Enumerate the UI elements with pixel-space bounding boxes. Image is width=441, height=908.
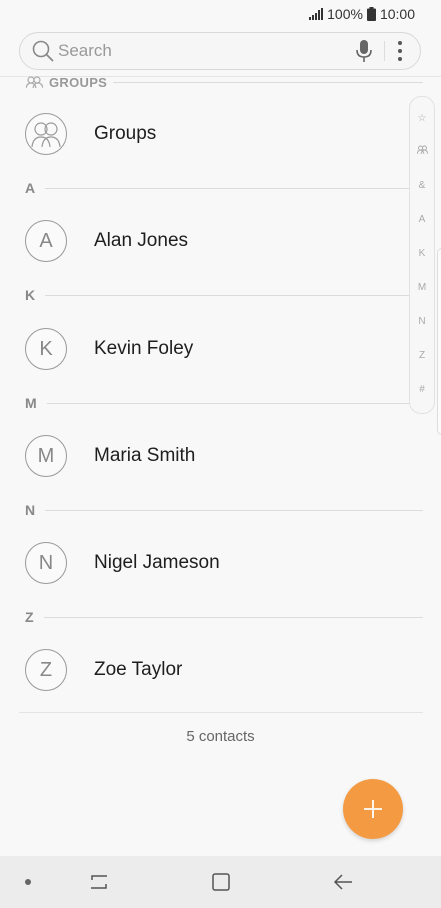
plus-icon: [364, 800, 382, 818]
status-bar: 100% 10:00: [0, 0, 441, 28]
section-header-m: M: [25, 395, 423, 411]
add-contact-button[interactable]: [343, 779, 403, 839]
groups-avatar: [25, 113, 67, 155]
contact-name: Zoe Taylor: [94, 659, 183, 680]
section-line: [45, 509, 423, 511]
index-letter[interactable]: N: [410, 316, 434, 327]
section-letter: M: [25, 395, 37, 411]
search-divider: [384, 41, 385, 61]
section-letter: A: [25, 180, 36, 196]
battery-percent: 100%: [327, 6, 363, 22]
groups-header-label: GROUPS: [49, 74, 108, 90]
alphabet-index-scroller[interactable]: ☆ & A K M N Z #: [409, 96, 435, 414]
search-icon: [32, 40, 54, 62]
index-letter[interactable]: &: [410, 180, 434, 191]
index-letter[interactable]: K: [410, 248, 434, 259]
section-header-k: K: [25, 287, 423, 303]
contact-name: Nigel Jameson: [94, 552, 220, 573]
groups-label: Groups: [94, 123, 157, 144]
section-header-a: A: [25, 180, 423, 196]
avatar: A: [25, 220, 67, 262]
battery-icon: [366, 7, 376, 21]
index-letter[interactable]: #: [410, 384, 434, 395]
index-groups-icon: [416, 145, 428, 155]
section-letter: K: [25, 287, 36, 303]
section-header-n: N: [25, 502, 423, 518]
nav-hint-dot[interactable]: [20, 856, 36, 908]
microphone-icon[interactable]: [354, 39, 374, 63]
index-groups-entry[interactable]: [410, 145, 434, 157]
system-navigation-bar: [0, 856, 441, 908]
avatar: M: [25, 435, 67, 477]
contact-name: Alan Jones: [94, 230, 189, 251]
group-people-icon: [31, 122, 61, 148]
contact-row[interactable]: M Maria Smith: [25, 435, 195, 477]
groups-icon: [26, 76, 43, 88]
contact-row[interactable]: K Kevin Foley: [25, 328, 193, 370]
recent-apps-button[interactable]: [82, 856, 116, 908]
section-line: [46, 402, 423, 404]
back-button[interactable]: [326, 856, 360, 908]
edge-panel-handle[interactable]: [437, 248, 441, 435]
search-input[interactable]: Search: [58, 41, 354, 61]
groups-section-header: GROUPS: [26, 73, 423, 91]
contacts-count: 5 contacts: [186, 728, 255, 745]
index-letter[interactable]: Z: [410, 350, 434, 361]
home-icon: [212, 873, 230, 891]
section-line: [45, 187, 423, 189]
section-line: [45, 294, 423, 296]
more-options-icon[interactable]: [397, 40, 403, 62]
signal-icon: [309, 8, 324, 20]
home-button[interactable]: [204, 856, 238, 908]
clock: 10:00: [379, 6, 415, 22]
section-header-z: Z: [25, 609, 423, 625]
avatar: Z: [25, 649, 67, 691]
contact-row[interactable]: A Alan Jones: [25, 220, 188, 262]
index-letter[interactable]: A: [410, 214, 434, 225]
recent-apps-icon: [91, 875, 107, 889]
contact-row[interactable]: Z Zoe Taylor: [25, 649, 182, 691]
avatar: N: [25, 542, 67, 584]
avatar: K: [25, 328, 67, 370]
index-favorites-star[interactable]: ☆: [410, 113, 434, 124]
contact-row[interactable]: N Nigel Jameson: [25, 542, 220, 584]
search-bar[interactable]: Search: [19, 32, 421, 70]
contact-name: Maria Smith: [94, 445, 196, 466]
section-letter: Z: [25, 609, 34, 625]
groups-header-line: [113, 81, 423, 83]
index-letter[interactable]: M: [410, 282, 434, 293]
dot-icon: [25, 879, 31, 885]
groups-list-item[interactable]: Groups: [25, 113, 156, 155]
list-footer-divider: [19, 712, 423, 713]
section-letter: N: [25, 502, 36, 518]
contact-name: Kevin Foley: [94, 338, 194, 359]
section-line: [43, 616, 423, 618]
back-arrow-icon: [333, 874, 352, 890]
